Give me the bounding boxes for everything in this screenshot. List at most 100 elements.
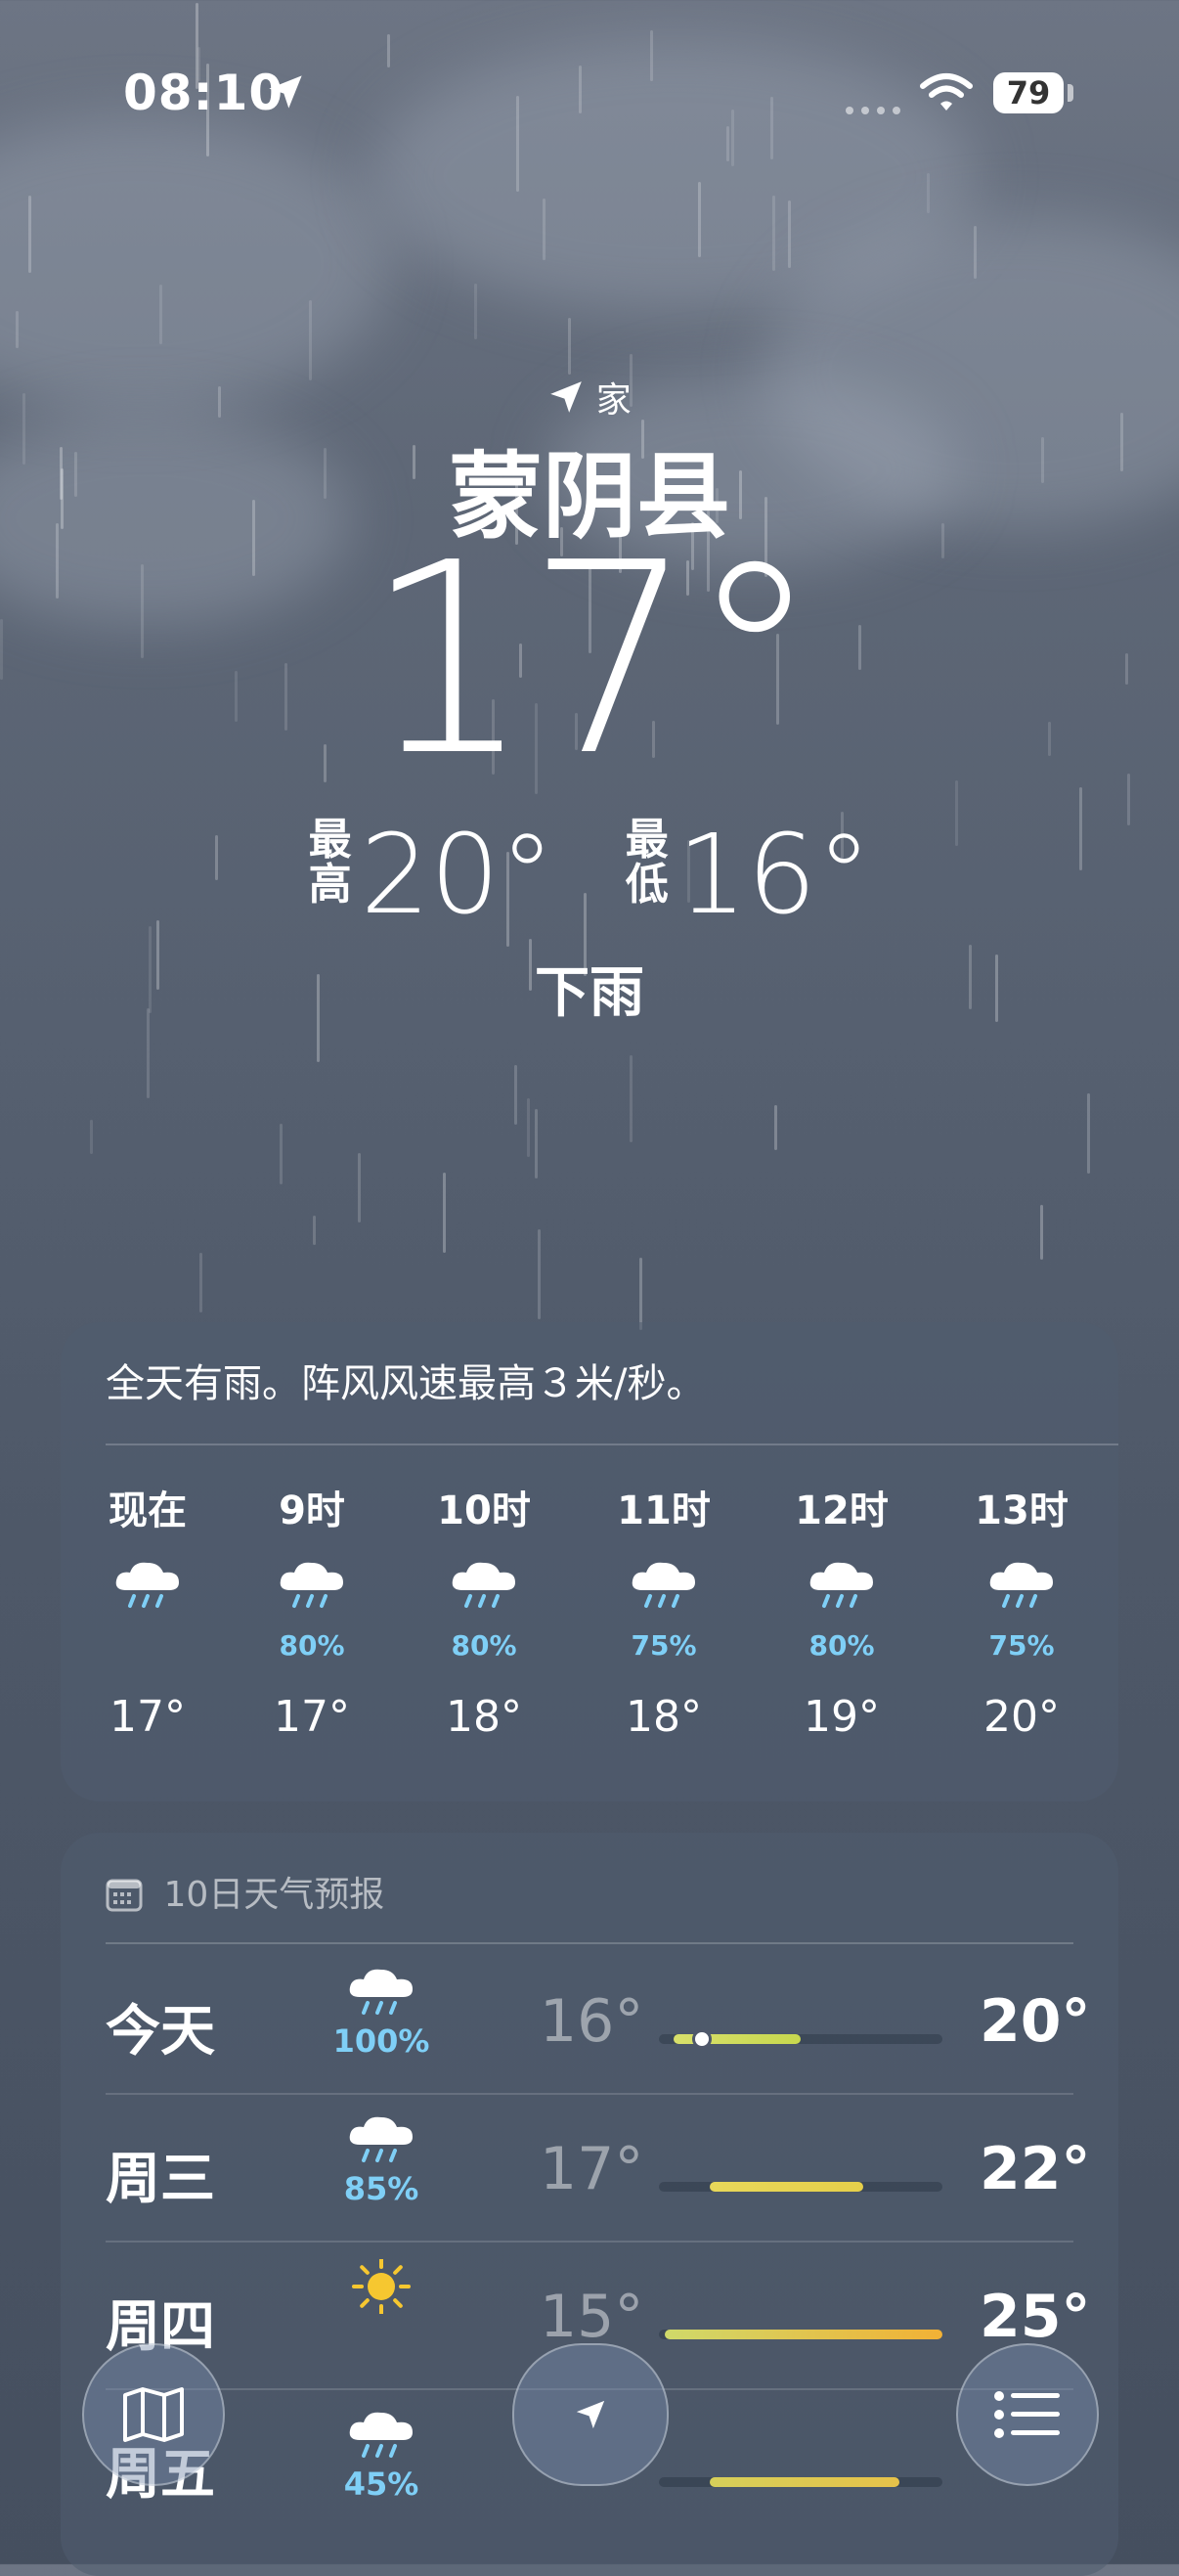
hour-temp: 18°: [626, 1692, 702, 1742]
rain-streak: [514, 1065, 517, 1125]
rain-streak: [974, 226, 977, 279]
high-temp: 25°: [980, 2283, 1091, 2351]
map-button[interactable]: [82, 2343, 225, 2486]
high-temp: 22°: [980, 2135, 1091, 2203]
rain-streak: [280, 1124, 283, 1184]
list-icon: [994, 2391, 1060, 2438]
rain-streak: [527, 1098, 530, 1157]
hour-label: 10时: [437, 1488, 531, 1533]
precip-chance: 80%: [451, 1629, 517, 1662]
city-list-button[interactable]: [956, 2343, 1099, 2486]
current-temperature: 17°: [364, 506, 821, 814]
high-temp: 20°: [980, 1987, 1091, 2056]
low-label-text: 最低: [625, 815, 669, 910]
divider: [106, 1443, 1118, 1445]
hour-temp: 20°: [983, 1692, 1060, 1742]
precip-chance: 80%: [279, 1629, 345, 1662]
weather-icon: [248, 1557, 375, 1629]
temp-range-fill: [710, 2182, 863, 2192]
rain-streak: [538, 1229, 541, 1319]
ten-day-header: 10日天气预报: [106, 1866, 384, 1917]
precip-chance: 45%: [343, 2465, 419, 2503]
daily-row[interactable]: 今天 100% 16° 20°: [61, 1948, 1118, 2095]
rain-streak: [90, 1120, 93, 1154]
location-arrow-icon: [550, 381, 583, 413]
hour-label: 13时: [975, 1488, 1069, 1533]
rain-streak: [1040, 1205, 1043, 1260]
hour-temp: 18°: [446, 1692, 522, 1742]
weather-icon: [778, 1557, 905, 1629]
rain-streak: [774, 1105, 777, 1150]
rain-streak: [1087, 1093, 1090, 1174]
precip-chance: 80%: [808, 1629, 875, 1662]
rain-cloud-icon: [452, 1562, 515, 1608]
day-label: 周三: [106, 2148, 215, 2211]
hour-label: 11时: [617, 1488, 711, 1533]
sun-icon: [352, 2257, 411, 2316]
rain-cloud-icon: [809, 1562, 873, 1608]
hourly-item: 9时 80% 17°: [248, 1479, 375, 1742]
rain-streak: [568, 318, 571, 375]
high-label: 最高: [308, 818, 353, 908]
location-arrow-icon: [576, 2400, 605, 2429]
rain-cloud-icon: [349, 2412, 413, 2458]
hourly-item: 12时 80% 19°: [778, 1479, 905, 1742]
weather-icon: [84, 1557, 211, 1629]
hourly-forecast-card[interactable]: 全天有雨。阵风风速最高３米/秒。 现在 17° 9时 80% 17° 10时 80% 18° 1…: [61, 1322, 1118, 1801]
divider: [106, 2241, 1073, 2243]
divider: [106, 2093, 1073, 2095]
location-button[interactable]: [512, 2343, 669, 2486]
weather-icon: [958, 1557, 1085, 1629]
rain-streak: [28, 196, 31, 273]
weather-icon: 45%: [332, 2407, 430, 2503]
precip-chance: 75%: [988, 1629, 1055, 1662]
daily-row[interactable]: 周三 85% 17° 22°: [61, 2096, 1118, 2243]
rain-streak: [535, 1109, 538, 1178]
hour-label: 9时: [279, 1488, 345, 1533]
high-low: 最高20° 最低16°: [0, 812, 1179, 939]
rain-streak: [358, 1153, 361, 1222]
status-time: 08:10: [123, 65, 284, 121]
weather-icon: [600, 1557, 727, 1629]
location-arrow-icon: [269, 75, 302, 109]
temp-range-bar: [659, 2477, 942, 2487]
battery-nub: [1068, 84, 1073, 102]
hour-label: 12时: [795, 1488, 889, 1533]
rain-cloud-icon: [115, 1562, 179, 1608]
day-label: 今天: [106, 2000, 215, 2064]
rain-streak: [309, 300, 312, 380]
hourly-item: 现在 17°: [84, 1479, 211, 1742]
hourly-item: 10时 80% 18°: [420, 1479, 547, 1742]
low-temp: 16°: [677, 812, 872, 939]
rain-cloud-icon: [632, 1562, 695, 1608]
precip-chance: 85%: [343, 2170, 419, 2207]
location-label: 家: [0, 372, 1179, 422]
condition-text: 下雨: [535, 961, 644, 1025]
divider: [106, 1942, 1073, 1944]
rain-streak: [16, 311, 19, 348]
precip-chance: 100%: [332, 2022, 430, 2060]
precip-chance: [84, 1629, 211, 1663]
rain-cloud-icon: [349, 1969, 413, 2015]
location-name: 家: [595, 380, 632, 421]
hour-label: 现在: [109, 1488, 187, 1533]
map-icon: [123, 2387, 184, 2442]
low-temp: 17°: [540, 2135, 644, 2203]
weather-icon: [420, 1557, 547, 1629]
rain-streak: [630, 1055, 633, 1142]
hourly-item: 11时 75% 18°: [600, 1479, 727, 1742]
high-label-text: 最高: [308, 815, 352, 910]
hour-temp: 17°: [274, 1692, 350, 1742]
temp-range-bar: [659, 2182, 942, 2192]
low-temp: 15°: [540, 2283, 644, 2351]
low-label: 最低: [625, 818, 670, 908]
calendar-icon: [106, 1879, 143, 1912]
low-temp: 16°: [540, 1987, 644, 2056]
battery-indicator: 79: [993, 72, 1064, 113]
rain-cloud-icon: [280, 1562, 343, 1608]
rain-streak: [443, 1173, 446, 1253]
current-temp-dot: [691, 2029, 712, 2049]
forecast-summary: 全天有雨。阵风风速最高３米/秒。: [106, 1361, 706, 1406]
rain-streak: [772, 196, 775, 271]
temp-range-bar: [659, 2029, 942, 2049]
